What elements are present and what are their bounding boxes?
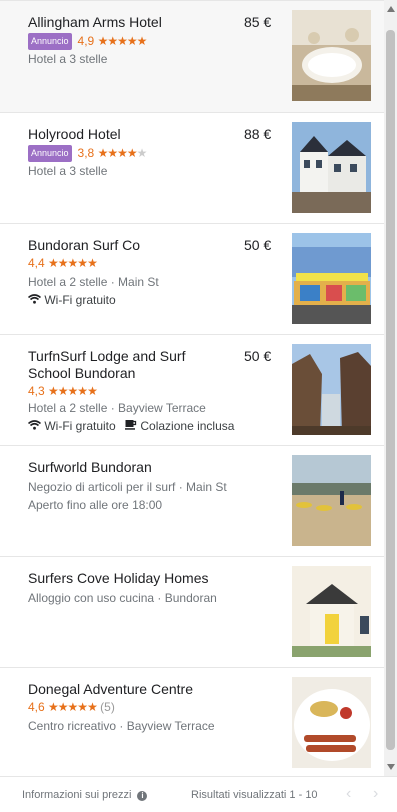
- listing-photo[interactable]: [292, 233, 371, 324]
- listing-name[interactable]: Surfers Cove Holiday Homes: [28, 570, 228, 587]
- listing-details: Centro ricreativo · Bayview Terrace: [28, 719, 215, 733]
- rating-value: 3,8: [77, 146, 95, 160]
- listing-name[interactable]: Surfworld Bundoran: [28, 459, 228, 476]
- listing-item[interactable]: Surfworld Bundoran Negozio di articoli p…: [0, 446, 384, 557]
- listing-price: 50 €: [244, 348, 272, 364]
- listing-name[interactable]: Allingham Arms Hotel: [28, 14, 228, 31]
- listing-details: Hotel a 3 stelle: [28, 52, 108, 66]
- listing-item[interactable]: Allingham Arms Hotel 85 € Annuncio 4,9 ★★…: [0, 1, 384, 113]
- prev-page-icon[interactable]: ‹: [346, 785, 351, 803]
- wifi-icon: [27, 293, 44, 307]
- listing-item[interactable]: Surfers Cove Holiday Homes Alloggio con …: [0, 557, 384, 668]
- opening-hours: Aperto fino alle ore 18:00: [28, 498, 163, 512]
- listing-details: Hotel a 2 stelle · Main St: [28, 275, 159, 289]
- coffee-cup-icon: [125, 419, 140, 433]
- listing-photo[interactable]: [292, 455, 371, 546]
- listing-photo[interactable]: [292, 566, 371, 657]
- star-rating-icon: ★★★★★: [97, 34, 148, 48]
- listing-details: Negozio di articoli per il surf · Main S…: [28, 480, 227, 494]
- listing-item[interactable]: Donegal Adventure Centre 4,6 ★★★★★ (5) C…: [0, 668, 384, 777]
- price-info-link[interactable]: Informazioni sui prezzi i: [22, 789, 148, 801]
- scroll-up-arrow-icon[interactable]: [387, 6, 395, 12]
- results-count: Risultati visualizzati 1 - 10: [191, 789, 318, 801]
- rating-row: 4,6 ★★★★★ (5): [28, 700, 115, 715]
- listing-price: 85 €: [244, 14, 272, 30]
- listing-photo[interactable]: [292, 677, 371, 768]
- listing-photo[interactable]: [292, 344, 371, 435]
- listing-item[interactable]: Holyrood Hotel 88 € Annuncio 3,8 ★★★★★ Ho…: [0, 113, 384, 224]
- rating-row: Annuncio 4,9 ★★★★★: [28, 33, 148, 50]
- star-rating-icon: ★★★★★: [48, 700, 98, 714]
- amenities-row: Wi-Fi gratuito: [27, 293, 116, 308]
- listing-details: Hotel a 3 stelle: [28, 164, 108, 178]
- star-rating-icon: ★★★★★: [48, 384, 98, 398]
- ad-badge: Annuncio: [28, 145, 72, 162]
- info-icon[interactable]: i: [137, 791, 148, 801]
- amenity-label: Wi-Fi gratuito: [44, 293, 116, 307]
- amenity-label: Wi-Fi gratuito: [44, 419, 116, 433]
- rating-value: 4,9: [77, 34, 95, 48]
- wifi-icon: [27, 419, 44, 433]
- results-list: Allingham Arms Hotel 85 € Annuncio 4,9 ★★…: [0, 0, 384, 777]
- listing-price: 88 €: [244, 126, 272, 142]
- ad-badge: Annuncio: [28, 33, 72, 50]
- listing-name[interactable]: Donegal Adventure Centre: [28, 681, 228, 698]
- star-rating-icon: ★★★★: [97, 146, 138, 160]
- scrollbar[interactable]: [384, 0, 397, 776]
- rating-row: 4,3 ★★★★★: [28, 384, 98, 399]
- footer: Informazioni sui prezzi i Risultati visua…: [0, 776, 397, 812]
- rating-row: Annuncio 3,8 ★★★★★: [28, 145, 148, 162]
- listing-name[interactable]: TurfnSurf Lodge and Surf School Bundoran: [28, 348, 228, 382]
- amenity-label: Colazione inclusa: [140, 419, 235, 433]
- listing-photo[interactable]: [292, 10, 371, 101]
- listing-details: Alloggio con uso cucina · Bundoran: [28, 591, 217, 605]
- price-info-label[interactable]: Informazioni sui prezzi: [22, 789, 131, 801]
- star-rating-icon: ★★★★★: [48, 256, 98, 270]
- scroll-down-arrow-icon[interactable]: [387, 764, 395, 770]
- empty-star-icon: ★: [136, 146, 148, 160]
- listing-item[interactable]: Bundoran Surf Co 50 € 4,4 ★★★★★ Hotel a …: [0, 224, 384, 335]
- listing-name[interactable]: Holyrood Hotel: [28, 126, 228, 143]
- listing-name[interactable]: Bundoran Surf Co: [28, 237, 228, 254]
- rating-value: 4,4: [28, 256, 45, 270]
- listing-item[interactable]: TurfnSurf Lodge and Surf School Bundoran…: [0, 335, 384, 446]
- listing-photo[interactable]: [292, 122, 371, 213]
- listing-price: 50 €: [244, 237, 272, 253]
- listing-details: Hotel a 2 stelle · Bayview Terrace: [28, 401, 206, 415]
- scroll-thumb[interactable]: [386, 30, 395, 750]
- next-page-icon[interactable]: ›: [373, 785, 378, 803]
- rating-value: 4,6: [28, 700, 45, 714]
- review-count: (5): [100, 700, 115, 714]
- rating-row: 4,4 ★★★★★: [28, 256, 98, 271]
- rating-value: 4,3: [28, 384, 45, 398]
- amenities-row: Wi-Fi gratuito Colazione inclusa: [27, 419, 235, 434]
